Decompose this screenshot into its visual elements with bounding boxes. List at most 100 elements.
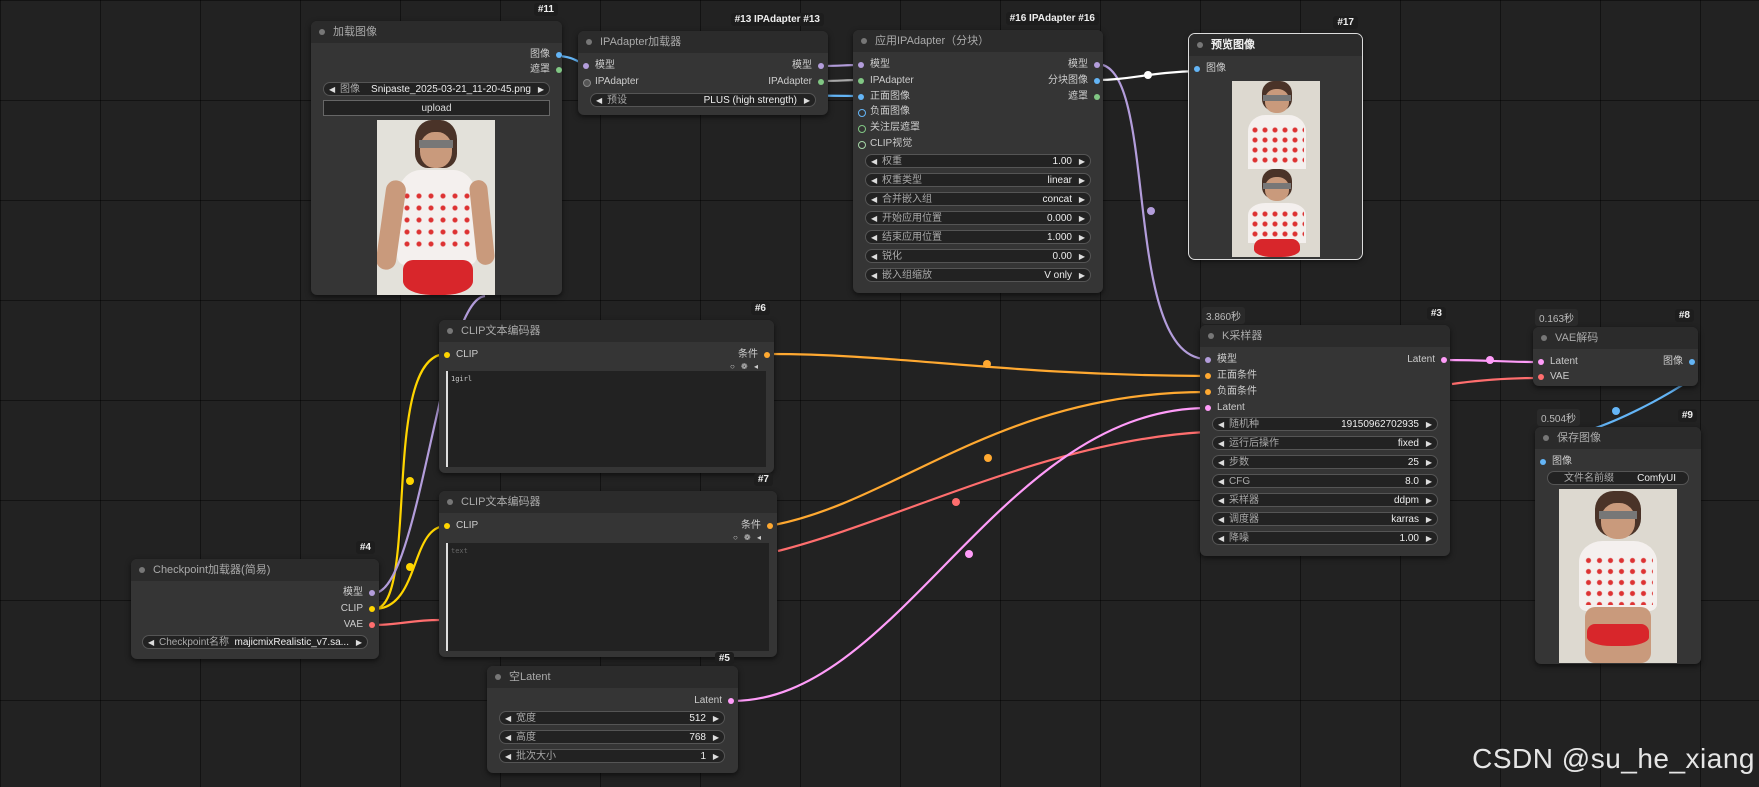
prompt-textarea[interactable]: text [446, 543, 769, 651]
arrow-left-icon[interactable]: ◀ [329, 83, 335, 97]
combine-embeds-widget[interactable]: ◀ 合并嵌入组 concat ▶ [865, 192, 1091, 206]
node-id: #4 [355, 541, 375, 554]
ipadapter-loader-node[interactable]: #13 IPAdapter #13 IPAdapter加载器 模型 IPAdap… [578, 13, 828, 115]
input-ipadapter[interactable]: IPAdapter [583, 75, 639, 89]
input-image[interactable]: 图像 [1194, 62, 1226, 76]
node-id: #16 IPAdapter #16 [1005, 12, 1099, 25]
output-clip[interactable]: CLIP [341, 602, 375, 616]
prompt-tool-icons[interactable]: ○ ❁ ◂ [730, 362, 760, 371]
input-vae[interactable]: VAE [1538, 370, 1569, 384]
node-title[interactable]: CLIP文本编码器 [439, 320, 774, 342]
output-conditioning[interactable]: 条件 [741, 519, 773, 533]
sharpening-widget[interactable]: ◀ 锐化 0.00 ▶ [865, 249, 1091, 263]
saved-image-preview [1559, 489, 1677, 663]
clip-text-encoder-positive-node[interactable]: #6 CLIP文本编码器 CLIP 条件 ○ ❁ ◂ 1girl [439, 302, 774, 473]
start-at-widget[interactable]: ◀ 开始应用位置 0.000 ▶ [865, 211, 1091, 225]
cfg-widget[interactable]: ◀ CFG 8.0 ▶ [1212, 474, 1438, 488]
batch-size-widget[interactable]: ◀ 批次大小 1 ▶ [499, 749, 725, 763]
node-title[interactable]: 加载图像 [311, 21, 562, 43]
end-at-widget[interactable]: ◀ 结束应用位置 1.000 ▶ [865, 230, 1091, 244]
input-negative-image[interactable]: 负面图像 [858, 105, 910, 119]
node-title[interactable]: 预览图像 [1189, 34, 1362, 56]
image-select-widget[interactable]: ◀ 图像 Snipaste_2025-03-21_11-20-45.png ▶ [323, 82, 550, 96]
input-ipadapter[interactable]: IPAdapter [858, 74, 914, 88]
node-id: #3 [1426, 307, 1446, 320]
output-image[interactable]: 图像 [530, 48, 562, 62]
exec-time: 0.504秒 [1537, 409, 1581, 426]
node-id: #9 [1677, 409, 1697, 422]
node-id: #11 [533, 3, 558, 16]
height-widget[interactable]: ◀ 高度 768 ▶ [499, 730, 725, 744]
exec-time: 0.163秒 [1535, 309, 1579, 326]
input-image[interactable]: 图像 [1540, 455, 1572, 469]
apply-ipadapter-node[interactable]: #16 IPAdapter #16 应用IPAdapter（分块） 模型 IPA… [853, 12, 1103, 293]
output-model[interactable]: 模型 [792, 59, 824, 73]
denoise-widget[interactable]: ◀ 降噪 1.00 ▶ [1212, 531, 1438, 545]
node-title[interactable]: 应用IPAdapter（分块） [853, 30, 1103, 52]
output-model[interactable]: 模型 [343, 586, 375, 600]
output-mask[interactable]: 遮罩 [530, 63, 562, 77]
node-title[interactable]: K采样器 [1200, 325, 1450, 347]
watermark: CSDN @su_he_xiang [1472, 743, 1755, 774]
ksampler-node[interactable]: 3.860秒 #3 K采样器 模型 正面条件 负面条件 Latent Laten… [1200, 307, 1450, 556]
weight-type-widget[interactable]: ◀ 权重类型 linear ▶ [865, 173, 1091, 187]
embeds-scaling-widget[interactable]: ◀ 嵌入组缩放 V only ▶ [865, 268, 1091, 282]
weight-widget[interactable]: ◀ 权重 1.00 ▶ [865, 154, 1091, 168]
control-after-generate-widget[interactable]: ◀ 运行后操作 fixed ▶ [1212, 436, 1438, 450]
preview-tile-bottom [1232, 169, 1320, 257]
output-conditioning[interactable]: 条件 [738, 348, 770, 362]
output-vae[interactable]: VAE [344, 618, 375, 632]
save-image-node[interactable]: 0.504秒 #9 保存图像 图像 文件名前缀 ComfyUI [1535, 409, 1701, 664]
output-image[interactable]: 图像 [1663, 355, 1695, 369]
checkpoint-loader-node[interactable]: #4 Checkpoint加载器(简易) 模型 CLIP VAE ◀ Check… [131, 541, 379, 659]
input-latent[interactable]: Latent [1205, 401, 1245, 415]
node-title[interactable]: IPAdapter加载器 [578, 31, 828, 53]
preview-image-node[interactable]: #17 预览图像 图像 [1188, 16, 1363, 260]
checkpoint-select-widget[interactable]: ◀ Checkpoint名称 majicmixRealistic_v7.sa..… [142, 635, 368, 649]
arrow-left-icon[interactable]: ◀ [596, 94, 602, 108]
input-attn-mask[interactable]: 关注层遮罩 [858, 121, 920, 135]
clip-text-encoder-negative-node[interactable]: #7 CLIP文本编码器 CLIP 条件 ○ ❁ ◂ text [439, 473, 777, 657]
output-tiles[interactable]: 分块图像 [1048, 74, 1100, 88]
node-id: #5 [714, 652, 734, 665]
output-model[interactable]: 模型 [1068, 58, 1100, 72]
upload-button[interactable]: upload [323, 100, 550, 116]
input-positive[interactable]: 正面条件 [1205, 369, 1257, 383]
input-clip[interactable]: CLIP [444, 348, 478, 362]
preset-select-widget[interactable]: ◀ 预设 PLUS (high strength) ▶ [590, 93, 816, 107]
node-title[interactable]: CLIP文本编码器 [439, 491, 777, 513]
prompt-tool-icons[interactable]: ○ ❁ ◂ [733, 533, 763, 542]
input-model[interactable]: 模型 [1205, 353, 1237, 367]
input-clip[interactable]: CLIP [444, 519, 478, 533]
output-mask[interactable]: 遮罩 [1068, 90, 1100, 104]
scheduler-widget[interactable]: ◀ 调度器 karras ▶ [1212, 512, 1438, 526]
load-image-node[interactable]: #11 加载图像 图像 遮罩 ◀ 图像 Snipaste_2025-03-21_… [311, 3, 562, 295]
node-title[interactable]: 空Latent [487, 666, 738, 688]
node-id: #8 [1674, 309, 1694, 322]
node-title[interactable]: VAE解码 [1533, 327, 1698, 349]
node-id: #17 [1333, 16, 1358, 29]
steps-widget[interactable]: ◀ 步数 25 ▶ [1212, 455, 1438, 469]
output-latent[interactable]: Latent [694, 694, 734, 708]
input-model[interactable]: 模型 [583, 59, 615, 73]
input-negative[interactable]: 负面条件 [1205, 385, 1257, 399]
node-title[interactable]: 保存图像 [1535, 427, 1701, 449]
arrow-right-icon[interactable]: ▶ [538, 83, 544, 97]
input-clip-vision[interactable]: CLIP视觉 [858, 137, 912, 151]
empty-latent-node[interactable]: #5 空Latent Latent ◀ 宽度 512 ▶ ◀ 高度 768 ▶ ◀ 批次大小 1… [487, 652, 738, 773]
seed-widget[interactable]: ◀ 随机种 191509627029​35 ▶ [1212, 417, 1438, 431]
prompt-textarea[interactable]: 1girl [446, 371, 766, 467]
output-latent[interactable]: Latent [1407, 353, 1447, 367]
arrow-right-icon[interactable]: ▶ [804, 94, 810, 108]
input-positive-image[interactable]: 正面图像 [858, 90, 910, 104]
input-model[interactable]: 模型 [858, 58, 890, 72]
sampler-widget[interactable]: ◀ 采样器 ddpm ▶ [1212, 493, 1438, 507]
width-widget[interactable]: ◀ 宽度 512 ▶ [499, 711, 725, 725]
wire-vae-ckpt [373, 618, 441, 627]
wire-neg-red [777, 430, 1207, 553]
filename-prefix-widget[interactable]: 文件名前缀 ComfyUI [1547, 471, 1689, 485]
input-latent[interactable]: Latent [1538, 355, 1578, 369]
node-title[interactable]: Checkpoint加载器(简易) [131, 559, 379, 581]
vae-decode-node[interactable]: 0.163秒 #8 VAE解码 Latent VAE 图像 [1533, 309, 1698, 386]
output-ipadapter[interactable]: IPAdapter [768, 75, 824, 89]
